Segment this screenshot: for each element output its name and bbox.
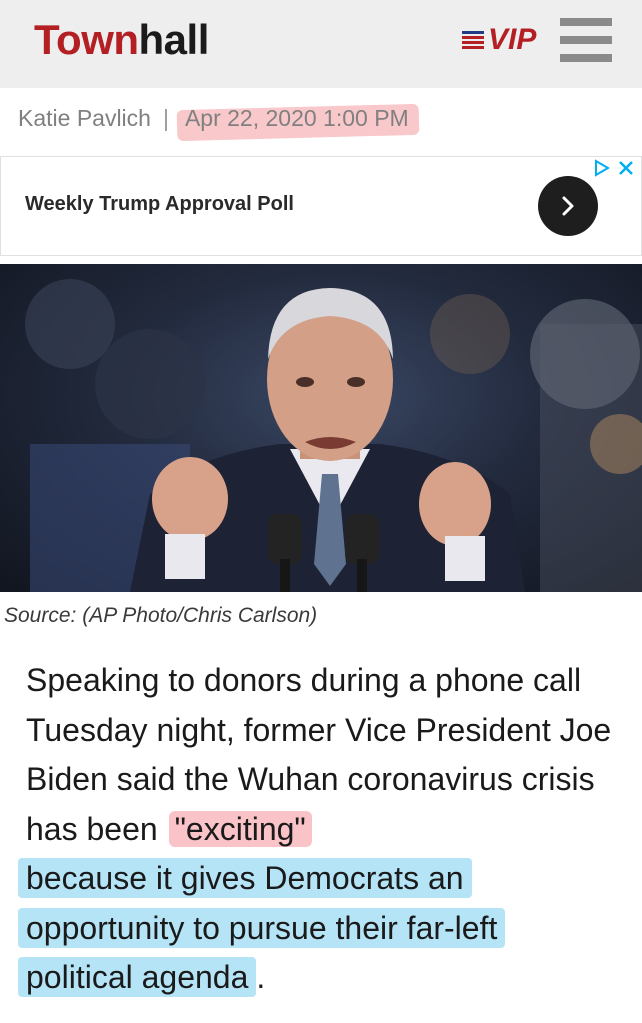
chevron-right-icon[interactable] bbox=[538, 176, 598, 236]
article-text: Speaking to donors during a phone call T… bbox=[26, 662, 612, 847]
flag-icon bbox=[462, 31, 484, 49]
adchoices-icon[interactable] bbox=[591, 157, 613, 179]
publish-date: Apr 22, 2020 1:00 PM bbox=[181, 105, 415, 132]
highlighted-line-3: political agenda bbox=[18, 957, 257, 997]
article-tail: . bbox=[256, 959, 266, 995]
vip-label: VIP bbox=[488, 23, 537, 56]
byline-separator: | bbox=[162, 104, 169, 131]
vip-link[interactable]: VIP bbox=[462, 24, 536, 56]
article-body: Speaking to donors during a phone call T… bbox=[18, 656, 616, 1003]
highlighted-line-2: opportunity to pursue their far-left bbox=[18, 907, 506, 948]
article-paragraph: Speaking to donors during a phone call T… bbox=[18, 656, 616, 1003]
article-photo bbox=[0, 264, 642, 592]
logo-text-town: Town bbox=[34, 16, 139, 63]
ad-title: Weekly Trump Approval Poll bbox=[25, 193, 294, 215]
highlighted-quote: "exciting" bbox=[168, 810, 312, 847]
site-header: Townhall VIP bbox=[0, 0, 642, 88]
photo-illustration bbox=[25, 279, 642, 592]
ad-banner[interactable]: Weekly Trump Approval Poll bbox=[0, 156, 642, 256]
author-name[interactable]: Katie Pavlich bbox=[18, 105, 151, 132]
photo-caption: Source: (AP Photo/Chris Carlson) bbox=[4, 604, 318, 627]
byline: Katie Pavlich | Apr 22, 2020 1:00 PM bbox=[18, 100, 415, 136]
highlighted-line-1: because it gives Democrats an bbox=[18, 858, 472, 898]
ad-badges bbox=[591, 157, 637, 179]
close-icon[interactable] bbox=[615, 157, 637, 179]
site-logo[interactable]: Townhall bbox=[34, 14, 209, 66]
hamburger-menu-icon[interactable] bbox=[560, 18, 612, 62]
logo-text-hall: hall bbox=[138, 16, 210, 63]
